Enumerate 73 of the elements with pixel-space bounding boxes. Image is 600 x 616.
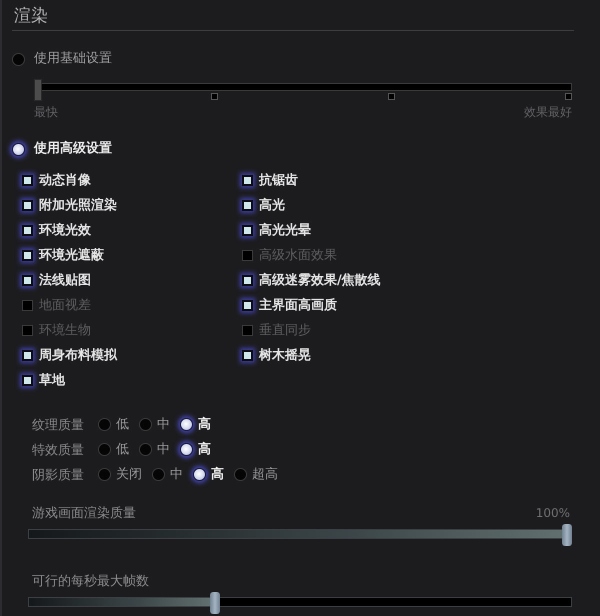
checkbox-label: 周身布料模拟 <box>39 348 117 364</box>
checkbox[interactable] <box>22 175 33 186</box>
slider-label: 可行的每秒最大帧数 <box>32 573 149 590</box>
checkbox-label: 主界面高画质 <box>259 298 337 314</box>
radio-button[interactable] <box>193 468 206 481</box>
radio-button[interactable] <box>152 468 165 481</box>
checkbox[interactable] <box>242 175 253 186</box>
mode-label: 使用基础设置 <box>34 51 112 67</box>
checkbox[interactable] <box>22 375 33 386</box>
checkbox-label: 高级水面效果 <box>259 248 337 264</box>
checkbox-label: 环境光遮蔽 <box>39 248 104 264</box>
radio-button[interactable] <box>180 418 193 431</box>
setting-label: 阴影质量 <box>32 466 85 484</box>
radio-button[interactable] <box>139 443 152 456</box>
slider-max-label: 效果最好 <box>524 105 572 119</box>
setting-label: 特效质量 <box>32 442 85 458</box>
checkbox-label: 法线贴图 <box>39 272 91 288</box>
checkbox[interactable] <box>242 225 253 236</box>
checkbox[interactable] <box>242 250 253 261</box>
checkbox-label: 高级迷雾效果/焦散线 <box>259 272 381 288</box>
checkbox-label: 垂直同步 <box>259 322 311 338</box>
slider-thumb[interactable] <box>34 79 42 101</box>
option-label: 低 <box>116 416 129 432</box>
option-label: 中 <box>157 442 170 458</box>
radio-button[interactable] <box>12 52 25 66</box>
tick-mark-icon <box>565 93 572 100</box>
radio-button[interactable] <box>98 468 111 481</box>
checkbox-label: 高光光晕 <box>259 222 311 238</box>
checkbox-label: 树木摇晃 <box>259 348 311 364</box>
slider-thumb[interactable] <box>210 592 220 614</box>
option-label: 关闭 <box>116 466 142 482</box>
option-label: 中 <box>157 416 170 432</box>
radio-button[interactable] <box>139 418 152 431</box>
checkbox-label: 抗锯齿 <box>259 172 298 188</box>
checkbox-label: 地面视差 <box>39 298 91 314</box>
checkbox[interactable] <box>242 350 253 361</box>
option-label: 高 <box>198 416 211 432</box>
checkbox-label: 草地 <box>39 372 65 388</box>
slider-thumb[interactable] <box>562 524 572 546</box>
radio-button[interactable] <box>180 443 193 456</box>
option-label: 高 <box>211 466 224 482</box>
checkbox[interactable] <box>22 350 33 361</box>
option-label: 超高 <box>252 466 278 482</box>
checkbox-label: 附加光照渲染 <box>39 198 117 214</box>
checkbox[interactable] <box>242 275 253 286</box>
checkbox[interactable] <box>242 300 253 311</box>
slider-value: 100% <box>536 506 570 520</box>
radio-button[interactable] <box>98 443 111 456</box>
option-label: 中 <box>170 466 183 482</box>
tick-mark-icon <box>211 93 218 100</box>
checkbox-label: 动态肖像 <box>39 172 91 188</box>
slider-label: 游戏画面渲染质量 <box>32 505 136 522</box>
option-label: 低 <box>116 442 129 458</box>
checkbox-label: 环境光效 <box>39 222 91 238</box>
section-title: 渲染 <box>13 5 48 27</box>
checkbox[interactable] <box>22 225 33 236</box>
checkbox[interactable] <box>242 200 253 211</box>
checkbox[interactable] <box>22 325 33 336</box>
radio-button[interactable] <box>12 142 25 156</box>
checkbox[interactable] <box>242 325 253 336</box>
tick-mark-icon <box>388 93 395 100</box>
slider-min-label: 最快 <box>34 105 58 119</box>
checkbox[interactable] <box>22 200 33 211</box>
setting-label: 纹理质量 <box>32 416 85 434</box>
checkbox-label: 环境生物 <box>39 322 91 338</box>
checkbox[interactable] <box>22 275 33 286</box>
checkbox[interactable] <box>22 300 33 311</box>
radio-button[interactable] <box>234 468 247 481</box>
checkbox[interactable] <box>22 250 33 261</box>
mode-label: 使用高级设置 <box>34 141 112 157</box>
option-label: 高 <box>198 442 211 458</box>
checkbox-label: 高光 <box>259 198 285 214</box>
radio-button[interactable] <box>98 418 111 431</box>
